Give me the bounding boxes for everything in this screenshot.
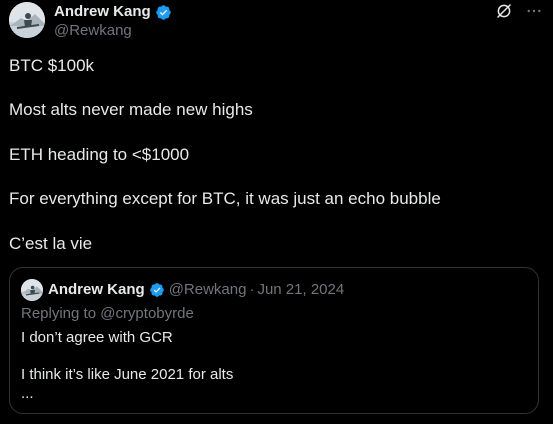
quoted-post-header: Andrew Kang @Rewkang · Jun 21, 2024 bbox=[48, 281, 344, 299]
avatar-image bbox=[21, 279, 43, 301]
replying-to: Replying to @cryptobyrde bbox=[21, 305, 194, 322]
quoted-author-avatar bbox=[21, 279, 43, 301]
post-text-line: BTC $100k bbox=[9, 56, 95, 75]
verified-badge-icon bbox=[155, 4, 171, 20]
post-text-line: ETH heading to <$1000 bbox=[9, 145, 190, 164]
verified-badge-icon bbox=[149, 283, 164, 297]
post-actions-top bbox=[495, 2, 543, 20]
grok-icon[interactable] bbox=[495, 2, 513, 20]
quoted-text-line: I think it’s like June 2021 for alts bbox=[21, 366, 234, 383]
quoted-author-handle: @Rewkang bbox=[168, 281, 247, 298]
quoted-post[interactable]: Andrew Kang @Rewkang · Jun 21, 2024 Repl… bbox=[9, 267, 539, 414]
author-name[interactable]: Andrew Kang bbox=[54, 3, 151, 21]
separator-dot: · bbox=[249, 281, 255, 298]
post: Andrew Kang @Rewkang BTC $100k Most alts… bbox=[0, 0, 553, 424]
quoted-post-date: Jun 21, 2024 bbox=[257, 281, 345, 298]
quoted-text-line: I don’t agree with GCR bbox=[21, 329, 173, 346]
author-avatar[interactable] bbox=[9, 2, 45, 38]
post-text-line: For everything except for BTC, it was ju… bbox=[9, 189, 441, 208]
post-text-line: Most alts never made new highs bbox=[9, 100, 253, 119]
avatar-image bbox=[9, 2, 45, 38]
post-text-line: C’est la vie bbox=[9, 234, 93, 253]
author-handle[interactable]: @Rewkang bbox=[54, 22, 132, 40]
quoted-author-name: Andrew Kang bbox=[48, 281, 145, 298]
quoted-text-line: ... bbox=[21, 385, 34, 402]
more-options-icon[interactable] bbox=[525, 2, 543, 20]
author-name-row[interactable]: Andrew Kang bbox=[54, 3, 172, 21]
